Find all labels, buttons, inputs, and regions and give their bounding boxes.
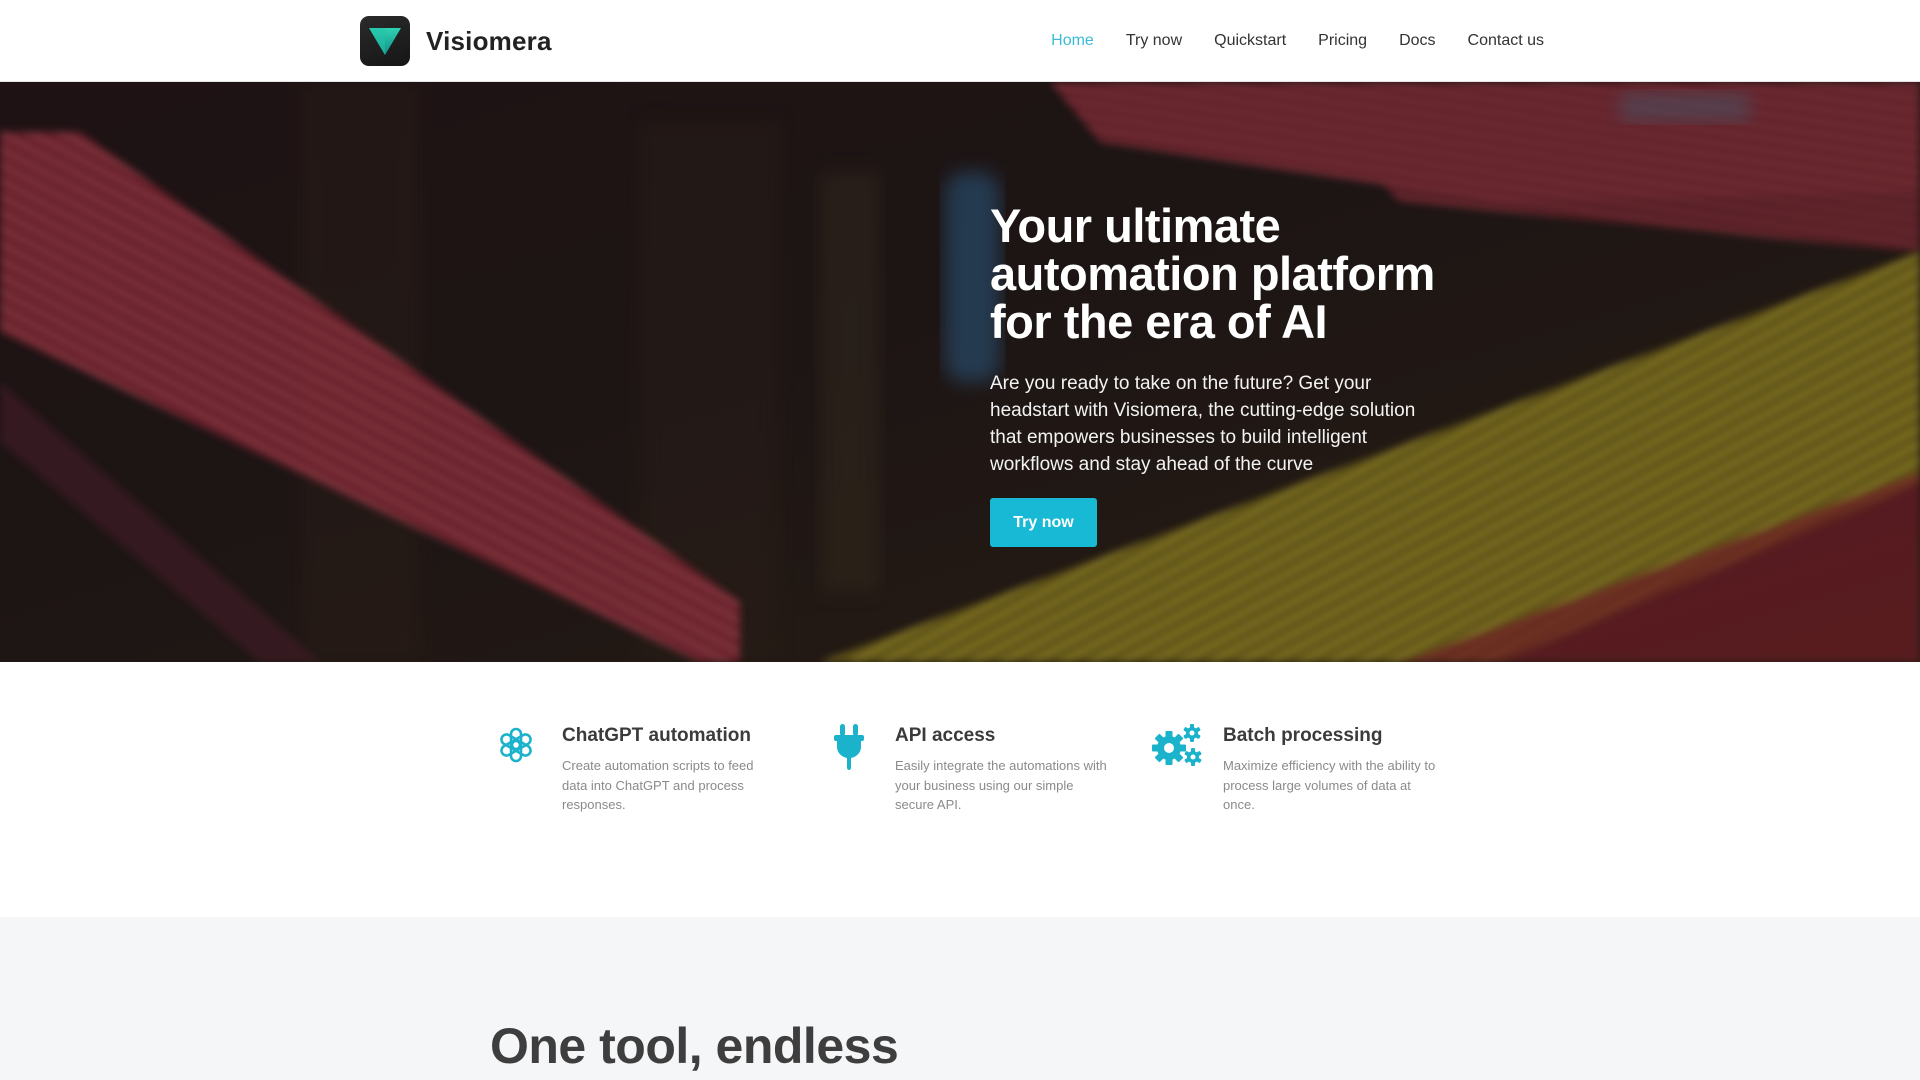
feature-description: Maximize efficiency with the ability to … (1223, 758, 1436, 812)
feature-chatgpt: ChatGPT automation Create automation scr… (490, 724, 800, 844)
feature-title: ChatGPT automation (562, 725, 751, 746)
plug-icon (823, 724, 875, 776)
hero-background-image (0, 82, 1920, 662)
try-now-button[interactable]: Try now (990, 498, 1097, 547)
hero-content: Your ultimate automation platform for th… (990, 202, 1450, 547)
gears-icon (1151, 724, 1203, 776)
nav-try-now[interactable]: Try now (1126, 32, 1182, 50)
nav-contact-us[interactable]: Contact us (1468, 32, 1544, 50)
feature-title: API access (895, 725, 996, 746)
hero-title: Your ultimate automation platform for th… (990, 199, 1435, 348)
brand-home-link[interactable]: Visiomera (360, 16, 552, 66)
feature-description: Create automation scripts to feed data i… (562, 758, 754, 812)
use-cases-section: One tool, endless (0, 917, 1920, 1080)
triangle-down-logo-icon (369, 28, 401, 55)
feature-title: Batch processing (1223, 725, 1383, 746)
main-nav: Home Try now Quickstart Pricing Docs Con… (1051, 0, 1544, 82)
site-header: Visiomera Home Try now Quickstart Pricin… (0, 0, 1920, 82)
nav-quickstart[interactable]: Quickstart (1214, 32, 1286, 50)
brand-logo (360, 16, 410, 66)
nav-docs[interactable]: Docs (1399, 32, 1435, 50)
nav-home[interactable]: Home (1051, 32, 1094, 50)
feature-batch-processing: Batch processing Maximize efficiency wit… (1151, 724, 1461, 844)
hero-description: Are you ready to take on the future? Get… (990, 373, 1416, 475)
hero-section: Your ultimate automation platform for th… (0, 82, 1920, 662)
feature-description: Easily integrate the automations with yo… (895, 758, 1107, 812)
brand-name: Visiomera (426, 25, 552, 56)
openai-knot-icon (490, 724, 542, 776)
feature-api-access: API access Easily integrate the automati… (823, 724, 1133, 844)
section-title: One tool, endless (490, 1018, 899, 1074)
nav-pricing[interactable]: Pricing (1318, 32, 1367, 50)
features-section: ChatGPT automation Create automation scr… (0, 662, 1920, 917)
